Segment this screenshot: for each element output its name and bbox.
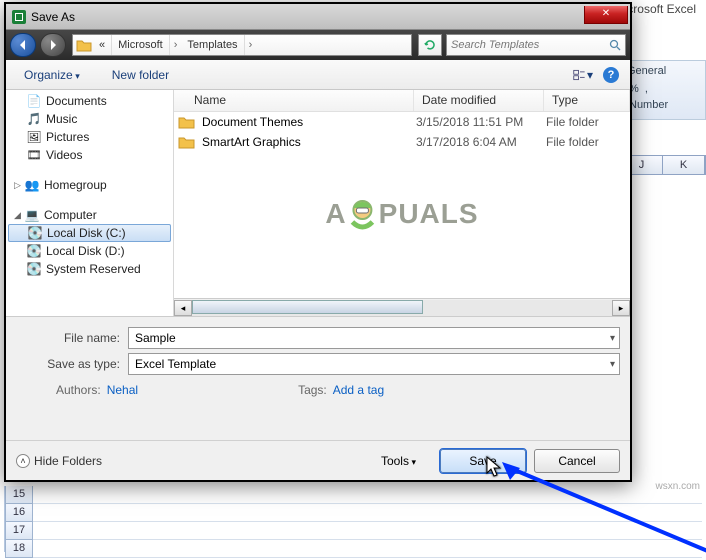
- folder-icon: [178, 134, 196, 150]
- authors-label: Authors:: [56, 383, 101, 397]
- scroll-thumb[interactable]: [192, 300, 423, 314]
- scroll-right-button[interactable]: ▸: [612, 300, 630, 316]
- saveastype-select[interactable]: Excel Template: [128, 353, 620, 375]
- search-icon: [609, 39, 621, 51]
- filename-input[interactable]: Sample: [128, 327, 620, 349]
- tree-computer[interactable]: ◢💻Computer: [6, 206, 173, 224]
- navigation-bar: « Microsoft Templates Search Templates: [6, 30, 630, 60]
- source-watermark: wsxn.com: [656, 481, 700, 492]
- appuals-watermark: A PUALS: [325, 194, 478, 234]
- column-header-row[interactable]: Name Date modified Type: [174, 90, 630, 112]
- ribbon-group-general: General: [621, 61, 705, 81]
- tree-system-reserved[interactable]: 💽System Reserved: [6, 260, 173, 278]
- column-headers[interactable]: J K: [620, 155, 706, 175]
- row-header[interactable]: 17: [5, 522, 33, 540]
- col-header-k[interactable]: K: [663, 156, 705, 174]
- authors-value[interactable]: Nehal: [107, 383, 138, 397]
- tree-local-disk-d[interactable]: 💽Local Disk (D:): [6, 242, 173, 260]
- tree-documents[interactable]: 📄Documents: [6, 92, 173, 110]
- drive-icon: 💽: [26, 243, 42, 259]
- filename-label: File name:: [16, 331, 128, 345]
- refresh-button[interactable]: [418, 34, 442, 56]
- file-name: Document Themes: [202, 115, 416, 129]
- search-input[interactable]: Search Templates: [446, 34, 626, 56]
- new-folder-button[interactable]: New folder: [102, 64, 179, 86]
- computer-icon: 💻: [24, 207, 40, 223]
- drive-icon: 💽: [27, 225, 43, 241]
- ribbon-number-label: Number: [621, 97, 705, 113]
- list-item[interactable]: SmartArt Graphics 3/17/2018 6:04 AM File…: [174, 132, 630, 152]
- music-icon: 🎵: [26, 111, 42, 127]
- folder-icon: [75, 36, 93, 54]
- save-as-dialog: Save As ✕ « Microsoft Templates Search T…: [4, 2, 632, 482]
- titlebar[interactable]: Save As ✕: [6, 4, 630, 30]
- breadcrumb-templates[interactable]: Templates: [181, 35, 244, 55]
- list-item[interactable]: Document Themes 3/15/2018 11:51 PM File …: [174, 112, 630, 132]
- tags-label: Tags:: [298, 383, 327, 397]
- horizontal-scrollbar[interactable]: ◂ ▸: [174, 298, 630, 316]
- col-date[interactable]: Date modified: [414, 90, 544, 111]
- tree-pictures[interactable]: 🖼Pictures: [6, 128, 173, 146]
- excel-icon: [12, 10, 26, 24]
- navigation-tree[interactable]: 📄Documents 🎵Music 🖼Pictures 🎞Videos ▷👥Ho…: [6, 90, 174, 316]
- excel-ribbon-fragment: General % , Number: [620, 60, 706, 120]
- hide-folders-button[interactable]: ˄ Hide Folders: [16, 454, 102, 468]
- chevron-icon[interactable]: [170, 39, 182, 51]
- breadcrumb-microsoft[interactable]: Microsoft: [112, 35, 170, 55]
- videos-icon: 🎞: [26, 147, 42, 163]
- file-date: 3/17/2018 6:04 AM: [416, 135, 546, 149]
- back-button[interactable]: [10, 33, 36, 57]
- row-header[interactable]: 15: [5, 486, 33, 504]
- help-button[interactable]: ?: [600, 65, 622, 85]
- command-bar: Organize New folder ▾ ?: [6, 60, 630, 90]
- drive-icon: 💽: [26, 261, 42, 277]
- file-list-area: Name Date modified Type Document Themes …: [174, 90, 630, 316]
- cancel-button[interactable]: Cancel: [534, 449, 620, 473]
- dialog-title: Save As: [31, 10, 75, 24]
- tree-local-disk-c[interactable]: 💽Local Disk (C:): [8, 224, 171, 242]
- save-form: File name: Sample Save as type: Excel Te…: [6, 316, 630, 440]
- tree-music[interactable]: 🎵Music: [6, 110, 173, 128]
- folder-icon: [178, 114, 196, 130]
- scroll-track[interactable]: [192, 300, 612, 316]
- tree-videos[interactable]: 🎞Videos: [6, 146, 173, 164]
- file-name: SmartArt Graphics: [202, 135, 416, 149]
- col-type[interactable]: Type: [544, 90, 630, 111]
- comma-btn[interactable]: ,: [645, 83, 648, 95]
- view-options-button[interactable]: ▾: [572, 65, 594, 85]
- scroll-left-button[interactable]: ◂: [174, 300, 192, 316]
- file-date: 3/15/2018 11:51 PM: [416, 115, 546, 129]
- file-type: File folder: [546, 115, 599, 129]
- homegroup-icon: 👥: [24, 177, 40, 193]
- chevron-icon[interactable]: [245, 39, 257, 51]
- save-button[interactable]: Save: [440, 449, 526, 473]
- tags-value[interactable]: Add a tag: [333, 383, 384, 397]
- breadcrumb-overflow[interactable]: «: [93, 35, 112, 55]
- tools-menu[interactable]: Tools: [381, 454, 416, 468]
- documents-icon: 📄: [26, 93, 42, 109]
- file-type: File folder: [546, 135, 599, 149]
- close-button[interactable]: ✕: [584, 6, 628, 24]
- saveastype-label: Save as type:: [16, 357, 128, 371]
- pictures-icon: 🖼: [26, 129, 42, 145]
- excel-row-strip: 15 16 17 18: [4, 486, 702, 552]
- chevron-up-icon: ˄: [16, 454, 30, 468]
- tree-homegroup[interactable]: ▷👥Homegroup: [6, 176, 173, 194]
- row-header[interactable]: 18: [5, 540, 33, 558]
- col-name[interactable]: Name: [174, 90, 414, 111]
- search-placeholder: Search Templates: [451, 39, 539, 51]
- breadcrumb[interactable]: « Microsoft Templates: [72, 34, 412, 56]
- file-list[interactable]: Document Themes 3/15/2018 11:51 PM File …: [174, 112, 630, 298]
- row-header[interactable]: 16: [5, 504, 33, 522]
- dialog-footer: ˄ Hide Folders Tools Save Cancel: [6, 440, 630, 480]
- forward-button[interactable]: [40, 33, 66, 57]
- organize-button[interactable]: Organize: [14, 64, 90, 86]
